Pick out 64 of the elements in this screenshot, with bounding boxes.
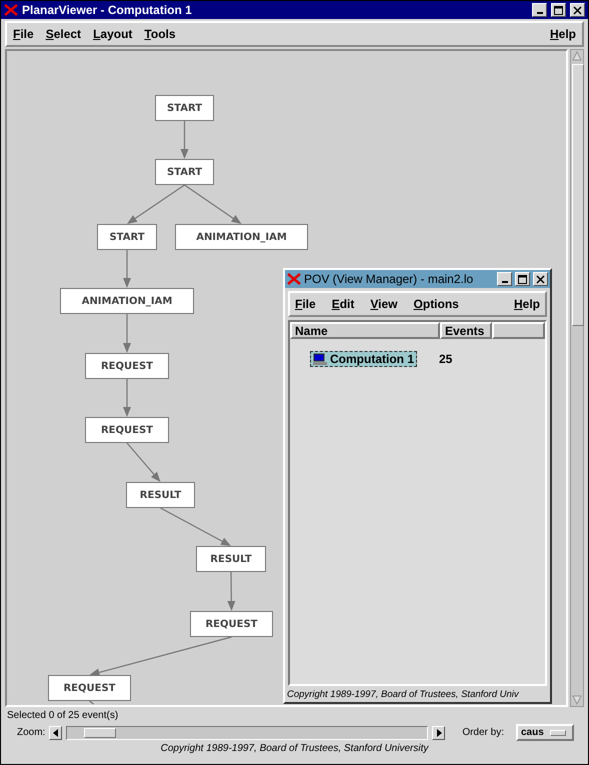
- status-text: Selected 0 of 25 event(s): [6, 709, 120, 721]
- x-logo-icon: [287, 273, 301, 285]
- graph-node[interactable]: START: [155, 159, 214, 185]
- arrow: [160, 507, 231, 546]
- column-header[interactable]: Name: [290, 322, 440, 339]
- copyright-text: Copyright 1989-1997, Board of Trustees, Stanford University: [160, 742, 430, 754]
- minimize-icon: [502, 280, 508, 282]
- close-button[interactable]: [570, 3, 585, 17]
- computer-icon: [313, 353, 327, 365]
- x-logo-icon: [4, 4, 18, 16]
- graph-node[interactable]: START: [155, 95, 214, 121]
- close-icon: [573, 6, 582, 14]
- minimize-button[interactable]: [532, 3, 547, 17]
- maximize-button[interactable]: [551, 3, 566, 17]
- arrow: [127, 184, 185, 224]
- menu-item[interactable]: Select: [46, 27, 82, 41]
- column-header[interactable]: [492, 322, 545, 339]
- arrow: [123, 379, 131, 417]
- minimize-button[interactable]: [497, 272, 512, 286]
- close-button[interactable]: [533, 272, 548, 286]
- order-by-label: Order by:: [462, 727, 504, 738]
- arrow: [123, 314, 131, 353]
- zoom-label: Zoom:: [17, 727, 46, 738]
- graph-node[interactable]: ANIMATION_IAM: [175, 224, 308, 250]
- menu-item[interactable]: Help: [550, 27, 576, 41]
- arrow: [126, 442, 160, 482]
- graph-node[interactable]: REQUEST: [85, 353, 169, 379]
- computation-item[interactable]: Computation 1: [310, 351, 417, 367]
- left-arrow-icon: [52, 728, 59, 736]
- menu-item[interactable]: Options: [414, 297, 459, 311]
- arrow: [123, 250, 131, 288]
- maximize-button[interactable]: [515, 272, 530, 286]
- edge-line: [89, 700, 94, 704]
- window-title: POV (View Manager) - main2.lo: [304, 272, 474, 286]
- menu-item[interactable]: Edit: [332, 297, 354, 311]
- events-count: 25: [439, 352, 452, 366]
- order-by-dropdown[interactable]: caus: [516, 724, 574, 741]
- graph-node[interactable]: REQUEST: [48, 675, 131, 701]
- minimize-icon: [536, 12, 542, 14]
- arrow: [180, 121, 188, 159]
- scroll-left-button[interactable]: [49, 726, 62, 740]
- copyright-text: Copyright 1989-1997, Board of Trustees, Stanford Univ: [286, 688, 520, 702]
- arrow: [184, 184, 242, 224]
- zoom-slider[interactable]: [66, 726, 428, 740]
- graph-node[interactable]: START: [97, 224, 157, 250]
- graph-node[interactable]: ANIMATION_IAM: [60, 288, 194, 314]
- graph-node[interactable]: REQUEST: [85, 417, 169, 443]
- maximize-icon: [554, 6, 563, 14]
- right-arrow-icon: [436, 728, 442, 736]
- scroll-right-button[interactable]: [432, 726, 446, 740]
- menu-item[interactable]: Help: [514, 297, 540, 311]
- close-icon: [536, 274, 545, 284]
- menu-item[interactable]: File: [13, 27, 34, 41]
- graph-node[interactable]: REQUEST: [190, 611, 273, 637]
- graph-node[interactable]: RESULT: [126, 482, 195, 508]
- maximize-icon: [518, 274, 527, 284]
- menu-item[interactable]: View: [370, 297, 398, 311]
- window-title: PlanarViewer - Computation 1: [22, 3, 193, 17]
- menu-item[interactable]: File: [295, 297, 316, 311]
- menu-item[interactable]: Layout: [93, 27, 132, 41]
- menu-item[interactable]: Tools: [144, 27, 176, 41]
- arrow: [227, 572, 236, 611]
- column-header[interactable]: Events: [440, 322, 492, 339]
- graph-node[interactable]: RESULT: [196, 546, 266, 572]
